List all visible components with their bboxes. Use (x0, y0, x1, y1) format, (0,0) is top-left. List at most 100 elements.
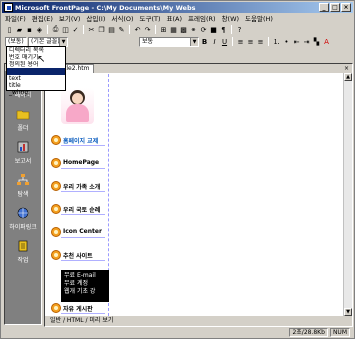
scroll-up-icon[interactable]: ▲ (344, 73, 352, 81)
chevron-down-icon[interactable]: ▼ (190, 37, 198, 46)
vertical-scrollbar[interactable]: ▲ ▼ (343, 73, 352, 316)
bold-icon[interactable]: B (200, 37, 209, 46)
menu-item[interactable]: 도구(T) (140, 13, 161, 23)
views-item-folder[interactable]: 폴더 (5, 107, 41, 132)
align-center-icon[interactable]: ≡ (246, 37, 255, 46)
spelling-icon[interactable]: ✓ (71, 25, 80, 34)
views-bar: 보기 페이지폴더보고서탐색하이퍼링크작업 (4, 63, 42, 325)
numbering-icon[interactable]: ⒈ (272, 37, 281, 46)
stop-icon[interactable]: ■ (209, 25, 218, 34)
align-right-icon[interactable]: ≡ (256, 37, 265, 46)
close-icon[interactable]: × (343, 65, 350, 72)
title-bar[interactable]: Microsoft FrontPage - C:\My Documents\My… (2, 2, 353, 13)
page-menu-link[interactable]: Icon Center (47, 224, 109, 242)
link-line[interactable]: 무료 계정 (64, 280, 109, 288)
font-color-icon[interactable]: A (322, 37, 331, 46)
menu-item[interactable]: 프레임(R) (188, 13, 216, 23)
style-combo[interactable]: (보통) (5, 36, 27, 47)
new-page-icon[interactable]: ▯ (5, 25, 14, 34)
align-left-icon[interactable]: ≡ (236, 37, 245, 46)
separator (155, 25, 156, 34)
views-item-label: 보고서 (14, 158, 32, 165)
undo-icon[interactable]: ↶ (133, 25, 142, 34)
insert-component-icon[interactable]: ⊞ (159, 25, 168, 34)
minimize-button[interactable]: _ (319, 3, 329, 12)
dropdown-option[interactable]: 디렉터리 목록 (7, 47, 65, 54)
maximize-button[interactable]: □ (330, 3, 340, 12)
navigation-icon (5, 173, 41, 187)
menu-item[interactable]: 도움말(H) (245, 13, 273, 23)
menu-item[interactable]: 표(A) (167, 13, 183, 23)
dropdown-option[interactable]: text (7, 75, 65, 82)
italic-icon[interactable]: I (210, 37, 219, 46)
menu-item[interactable]: 창(W) (222, 13, 239, 23)
font-combo-value: (기본 글꼴) (31, 37, 60, 45)
refresh-icon[interactable]: ⟳ (199, 25, 208, 34)
window-title: Microsoft FrontPage - C:\My Documents\My… (15, 3, 196, 12)
views-item-hyperlinks[interactable]: 하이퍼링크 (5, 206, 41, 231)
format-painter-icon[interactable]: ✎ (117, 25, 126, 34)
menu-item[interactable]: 파일(F) (5, 13, 26, 23)
paste-icon[interactable]: ▤ (107, 25, 116, 34)
page-menu-label: 우리 국토 순례 (63, 207, 101, 214)
close-button[interactable]: × (341, 3, 351, 12)
underline-icon[interactable]: U (220, 37, 229, 46)
page-menu-link[interactable]: 우리 국토 순례 (47, 201, 109, 219)
increase-indent-icon[interactable]: ⇥ (302, 37, 311, 46)
preview-icon[interactable]: ◫ (61, 25, 70, 34)
divider (61, 145, 105, 146)
dropdown-option[interactable]: 번호 매기기 (7, 54, 65, 61)
menu-item[interactable]: 삽입(I) (86, 13, 105, 23)
link-line[interactable]: 웹개 기초 강 (64, 288, 109, 296)
highlight-icon[interactable]: ▚ (312, 37, 321, 46)
views-item-tasks[interactable]: 작업 (5, 239, 41, 264)
print-icon[interactable]: ⎙ (51, 25, 60, 34)
dropdown-option[interactable]: title (7, 82, 65, 89)
cut-icon[interactable]: ✂ (87, 25, 96, 34)
redo-icon[interactable]: ↷ (143, 25, 152, 34)
dropdown-option[interactable] (7, 68, 65, 75)
copy-icon[interactable]: ❐ (97, 25, 106, 34)
show-all-icon[interactable]: ¶ (219, 25, 228, 34)
open-icon[interactable]: ▰ (15, 25, 24, 34)
page-menu-link[interactable]: 홈페이지 교제 (47, 132, 109, 150)
view-mode-tabs[interactable]: 일반 / HTML / 미리 보기 (45, 316, 352, 326)
save-icon[interactable]: ▪ (25, 25, 34, 34)
frontpage-app-icon[interactable] (4, 3, 13, 12)
page-menu-link[interactable]: 추천 사이트 (47, 247, 109, 265)
views-item-label: 작업 (17, 257, 29, 264)
insert-table-icon[interactable]: ▦ (169, 25, 178, 34)
divider (61, 237, 105, 238)
views-item-reports[interactable]: 보고서 (5, 140, 41, 165)
bullet-ball-icon (51, 158, 61, 168)
decrease-indent-icon[interactable]: ⇤ (292, 37, 301, 46)
help-icon[interactable]: ? (235, 25, 244, 34)
size-combo[interactable]: 보통 ▼ (139, 36, 199, 47)
views-item-navigation[interactable]: 탐색 (5, 173, 41, 198)
menu-item[interactable]: 편집(E) (32, 13, 53, 23)
menu-bar: 파일(F) 편집(E) 보기(V) 삽입(I) 서식(O) 도구(T) 표(A) 프레임(R)… (2, 13, 353, 23)
chevron-down-icon[interactable]: ▼ (59, 37, 67, 46)
scroll-down-icon[interactable]: ▼ (344, 308, 352, 316)
style-dropdown-list[interactable]: 디렉터리 목록 번호 매기기 정의된 용어 text title _wimg (6, 46, 66, 96)
tasks-icon (5, 239, 41, 253)
publish-icon[interactable]: ◈ (35, 25, 44, 34)
menu-item[interactable]: 서식(O) (111, 13, 133, 23)
file-tab-strip: title2.htm × (45, 64, 352, 73)
page-menu-label: HomePage (63, 159, 100, 166)
menu-item[interactable]: 보기(V) (59, 13, 80, 23)
page-menu-link[interactable]: HomePage (47, 155, 109, 173)
page-menu-link[interactable]: 우리 가족 소개 (47, 178, 109, 196)
separator (83, 25, 84, 34)
page-content[interactable]: 홈페이지 교제 HomePage 우리 가족 소개우리 국토 순례 Icon Cent… (47, 74, 109, 316)
page-menu-label: 홈페이지 교제 (63, 138, 99, 145)
bullets-icon[interactable]: • (282, 37, 291, 46)
hyperlink-icon[interactable]: ⚭ (189, 25, 198, 34)
separator (232, 37, 233, 46)
insert-picture-icon[interactable]: ▩ (179, 25, 188, 34)
link-line[interactable]: 무료 E-mail (64, 272, 109, 280)
page-editor[interactable]: title2.htm × 홈페이지 교제 HomePage 우리 가족 소개우리 국… (44, 63, 353, 327)
dropdown-option[interactable]: _wimg (7, 89, 65, 96)
font-combo[interactable]: (기본 글꼴) ▼ (28, 36, 68, 47)
dropdown-option[interactable]: 정의된 용어 (7, 61, 65, 68)
